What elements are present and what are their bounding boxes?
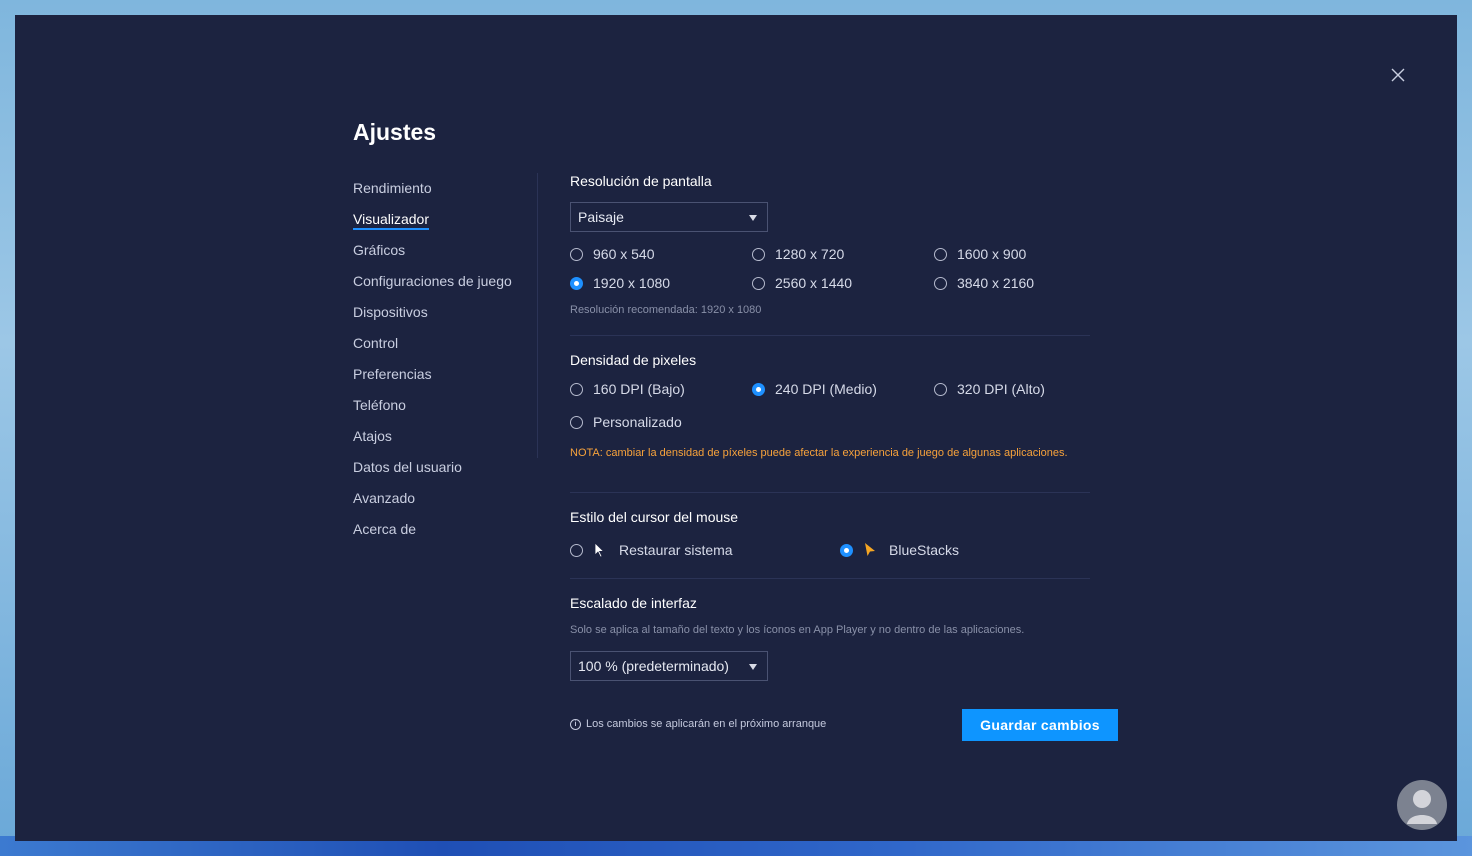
sidebar-item-graficos[interactable]: Gráficos — [353, 239, 538, 270]
person-icon — [1407, 790, 1437, 824]
radio-button[interactable] — [570, 415, 583, 429]
scaling-hint: Solo se aplica al tamaño del texto y los… — [570, 624, 1025, 636]
sidebar-item-atajos[interactable]: Atajos — [353, 425, 538, 456]
sidebar-item-telefono[interactable]: Teléfono — [353, 394, 538, 425]
save-changes-button[interactable]: Guardar cambios — [962, 709, 1118, 741]
scaling-dropdown-value: 100 % (predeterminado) — [578, 658, 729, 674]
sidebar-item-label: Dispositivos — [353, 304, 428, 320]
sidebar-nav: Rendimiento Visualizador Gráficos Config… — [353, 177, 538, 549]
sidebar-item-dispositivos[interactable]: Dispositivos — [353, 301, 538, 332]
watermark-logo — [1397, 780, 1447, 830]
sidebar-item-label: Atajos — [353, 428, 392, 444]
sidebar-item-label: Control — [353, 335, 399, 351]
orientation-dropdown[interactable]: Paisaje — [570, 202, 768, 232]
info-icon: i — [570, 718, 581, 730]
sidebar-item-label: Acerca de — [353, 521, 417, 537]
sidebar-item-control[interactable]: Control — [353, 332, 538, 363]
sidebar-item-preferencias[interactable]: Preferencias — [353, 363, 538, 394]
sidebar-item-configuraciones-de-juego[interactable]: Configuraciones de juego — [353, 270, 538, 301]
density-option-custom[interactable]: Personalizado — [570, 414, 682, 430]
restart-info-text: Los cambios se aplicarán en el próximo a… — [586, 718, 827, 730]
system-cursor-icon — [594, 542, 605, 558]
section-divider — [570, 335, 1090, 336]
scaling-dropdown[interactable]: 100 % (predeterminado) — [570, 651, 768, 681]
section-divider — [570, 578, 1090, 579]
settings-window: Ajustes Rendimiento Visualizador Gráfico… — [15, 15, 1457, 841]
sidebar-item-label: Avanzado — [353, 490, 416, 506]
radio-label: 1280 x 720 — [775, 246, 845, 262]
radio-button[interactable] — [934, 247, 947, 261]
resolution-option-1920[interactable]: 1920 x 1080 — [570, 275, 670, 291]
cursor-section-title: Estilo del cursor del mouse — [570, 509, 739, 525]
page-title: Ajustes — [353, 119, 437, 145]
sidebar-item-label: Preferencias — [353, 366, 432, 382]
sidebar-item-label: Teléfono — [353, 397, 406, 413]
radio-label: 2560 x 1440 — [775, 275, 853, 291]
radio-button[interactable] — [570, 382, 583, 396]
close-icon[interactable] — [1389, 66, 1407, 84]
scaling-section-title: Escalado de interfaz — [570, 595, 697, 611]
radio-button[interactable] — [934, 382, 947, 396]
resolution-option-2560[interactable]: 2560 x 1440 — [752, 275, 852, 291]
sidebar-item-label: Visualizador — [353, 211, 430, 230]
chevron-down-icon — [749, 664, 757, 670]
sidebar-item-visualizador[interactable]: Visualizador — [353, 208, 538, 239]
resolution-option-1600[interactable]: 1600 x 900 — [934, 246, 1026, 262]
density-option-160[interactable]: 160 DPI (Bajo) — [570, 381, 685, 397]
sidebar-item-label: Rendimiento — [353, 180, 432, 196]
radio-label: 240 DPI (Medio) — [775, 381, 877, 397]
density-section-title: Densidad de pixeles — [570, 352, 697, 368]
radio-button[interactable] — [752, 247, 765, 261]
radio-button[interactable] — [752, 382, 765, 396]
radio-label: 160 DPI (Bajo) — [593, 381, 685, 397]
density-warning-note: NOTA: cambiar la densidad de píxeles pue… — [570, 447, 1068, 459]
radio-button[interactable] — [570, 247, 583, 261]
radio-label: BlueStacks — [889, 542, 960, 558]
sidebar-item-label: Datos del usuario — [353, 459, 462, 475]
radio-label: 1920 x 1080 — [593, 275, 671, 291]
radio-label: 1600 x 900 — [957, 246, 1027, 262]
sidebar-item-avanzado[interactable]: Avanzado — [353, 487, 538, 518]
resolution-section-title: Resolución de pantalla — [570, 173, 712, 189]
density-option-320[interactable]: 320 DPI (Alto) — [934, 381, 1045, 397]
sidebar-item-label: Gráficos — [353, 242, 406, 258]
sidebar-item-acerca-de[interactable]: Acerca de — [353, 518, 538, 549]
resolution-option-3840[interactable]: 3840 x 2160 — [934, 275, 1034, 291]
radio-button[interactable] — [570, 543, 583, 557]
recommended-resolution-hint: Resolución recomendada: 1920 x 1080 — [570, 304, 762, 316]
radio-label: 960 x 540 — [593, 246, 655, 262]
bluestacks-cursor-icon — [865, 543, 875, 556]
density-option-240[interactable]: 240 DPI (Medio) — [752, 381, 877, 397]
radio-button[interactable] — [934, 276, 947, 290]
radio-label: Personalizado — [593, 414, 682, 430]
cursor-option-system[interactable]: Restaurar sistema — [570, 542, 733, 558]
restart-info: i Los cambios se aplicarán en el próximo… — [570, 718, 826, 730]
resolution-option-1280[interactable]: 1280 x 720 — [752, 246, 844, 262]
radio-button[interactable] — [752, 276, 765, 290]
orientation-dropdown-value: Paisaje — [578, 209, 624, 225]
cursor-option-bluestacks[interactable]: BlueStacks — [840, 542, 959, 558]
chevron-down-icon — [749, 215, 757, 221]
radio-button[interactable] — [570, 276, 583, 290]
sidebar-item-datos-del-usuario[interactable]: Datos del usuario — [353, 456, 538, 487]
sidebar-divider — [537, 173, 538, 458]
radio-button[interactable] — [840, 543, 853, 557]
sidebar-item-rendimiento[interactable]: Rendimiento — [353, 177, 538, 208]
resolution-option-960[interactable]: 960 x 540 — [570, 246, 655, 262]
radio-label: 320 DPI (Alto) — [957, 381, 1045, 397]
sidebar-item-label: Configuraciones de juego — [353, 273, 512, 289]
radio-label: Restaurar sistema — [619, 542, 733, 558]
section-divider — [570, 492, 1090, 493]
radio-label: 3840 x 2160 — [957, 275, 1035, 291]
